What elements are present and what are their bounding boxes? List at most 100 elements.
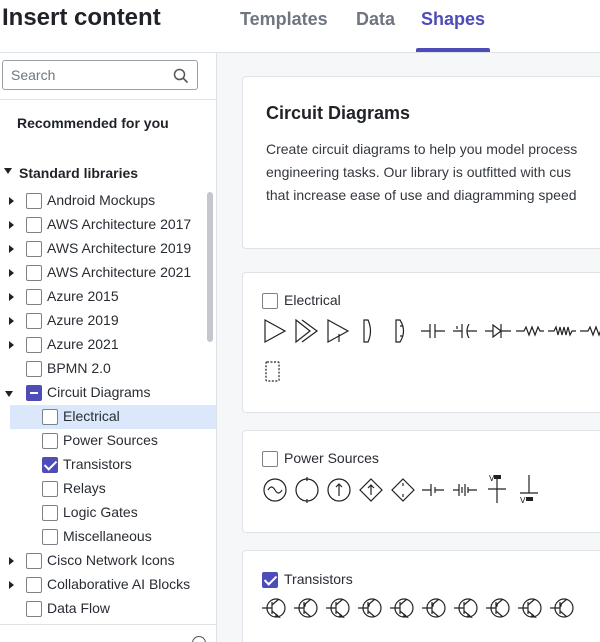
sidebar-sub-library-item[interactable]: Electrical bbox=[10, 405, 216, 429]
standard-libraries-header[interactable]: Standard libraries bbox=[0, 163, 210, 183]
library-checkbox[interactable] bbox=[42, 409, 58, 425]
transistor-pnp-dual-shape-icon[interactable] bbox=[358, 595, 384, 621]
library-checkbox[interactable] bbox=[26, 337, 42, 353]
sidebar-library-item[interactable]: Azure 2021 bbox=[0, 333, 210, 357]
sidebar-sub-library-item[interactable]: Miscellaneous bbox=[0, 525, 210, 549]
sidebar-library-item[interactable]: AWS Architecture 2019 bbox=[0, 237, 210, 261]
coil-shape-icon[interactable] bbox=[361, 318, 375, 344]
intro-text-line: that increase ease of use and diagrammin… bbox=[266, 187, 577, 203]
sidebar-sub-library-item[interactable]: Relays bbox=[0, 477, 210, 501]
sidebar-library-item[interactable]: Azure 2015 bbox=[0, 285, 210, 309]
electrical-section-checkbox[interactable] bbox=[262, 293, 278, 309]
power-sources-section-checkbox[interactable] bbox=[262, 451, 278, 467]
caret-right-icon[interactable] bbox=[9, 317, 14, 325]
dependent-source-shape-icon[interactable] bbox=[390, 477, 416, 503]
transistor-jfet-p-shape-icon[interactable] bbox=[486, 595, 512, 621]
library-checkbox[interactable] bbox=[42, 505, 58, 521]
current-source-shape-icon[interactable] bbox=[294, 477, 320, 503]
panel-title: Insert content bbox=[2, 4, 161, 31]
library-checkbox[interactable] bbox=[26, 577, 42, 593]
library-checkbox[interactable] bbox=[26, 193, 42, 209]
transistor-pnp-phototransistor-shape-icon[interactable] bbox=[422, 595, 448, 621]
transistor-npn-shape-icon[interactable] bbox=[262, 595, 288, 621]
double-buffer-shape-icon[interactable] bbox=[293, 318, 319, 344]
tab-templates[interactable]: Templates bbox=[240, 9, 328, 30]
sidebar-library-item[interactable]: Android Mockups bbox=[0, 189, 210, 213]
polar-capacitor-shape-icon[interactable] bbox=[453, 324, 477, 338]
diode-shape-icon[interactable] bbox=[485, 324, 511, 338]
transistor-mosfet-p-shape-icon[interactable] bbox=[550, 595, 576, 621]
search-input[interactable] bbox=[3, 61, 171, 89]
library-checkbox[interactable] bbox=[42, 529, 58, 545]
library-intro-card: Circuit Diagrams Create circuit diagrams… bbox=[242, 76, 600, 249]
library-checkbox[interactable] bbox=[26, 601, 42, 617]
transistor-jfet-n-shape-icon[interactable] bbox=[454, 595, 480, 621]
inductor-shape-icon[interactable] bbox=[393, 318, 409, 344]
sidebar-sub-library-item[interactable]: Logic Gates bbox=[0, 501, 210, 525]
caret-right-icon[interactable] bbox=[9, 269, 14, 277]
caret-right-icon[interactable] bbox=[9, 197, 14, 205]
multi-cell-battery-shape-icon[interactable] bbox=[453, 483, 477, 497]
library-checkbox[interactable] bbox=[42, 457, 58, 473]
ac-source-shape-icon[interactable] bbox=[262, 477, 288, 503]
sidebar-scrollbar[interactable] bbox=[207, 192, 213, 342]
sidebar-library-item[interactable]: Circuit Diagrams bbox=[0, 381, 210, 405]
shapes-panel: Circuit Diagrams Create circuit diagrams… bbox=[217, 53, 600, 642]
transistor-npn-dual-shape-icon[interactable] bbox=[326, 595, 352, 621]
amplifier-shape-icon[interactable] bbox=[325, 318, 351, 344]
controlled-source-shape-icon[interactable] bbox=[358, 477, 384, 503]
sidebar-library-item[interactable]: Data Flow bbox=[0, 597, 210, 621]
library-checkbox[interactable] bbox=[26, 313, 42, 329]
caret-right-icon[interactable] bbox=[9, 245, 14, 253]
caret-down-icon[interactable] bbox=[4, 168, 12, 174]
library-checkbox[interactable] bbox=[26, 265, 42, 281]
transistor-mosfet-n-shape-icon[interactable] bbox=[518, 595, 544, 621]
caret-right-icon[interactable] bbox=[9, 341, 14, 349]
search-icon[interactable] bbox=[173, 68, 189, 84]
transistor-npn-phototransistor-shape-icon[interactable] bbox=[390, 595, 416, 621]
vdd-supply-shape-icon[interactable]: V bbox=[516, 473, 542, 505]
dc-source-shape-icon[interactable] bbox=[326, 477, 352, 503]
library-checkbox[interactable] bbox=[26, 289, 42, 305]
resistor-shape-icon[interactable] bbox=[516, 325, 544, 337]
sidebar-library-item[interactable]: AWS Architecture 2021 bbox=[0, 261, 210, 285]
tab-data[interactable]: Data bbox=[356, 9, 395, 30]
library-label: Data Flow bbox=[47, 600, 111, 616]
library-label: Relays bbox=[63, 480, 106, 496]
library-checkbox[interactable] bbox=[26, 553, 42, 569]
sidebar-library-item[interactable]: Collaborative AI Blocks bbox=[0, 573, 210, 597]
capacitor-shape-icon[interactable] bbox=[421, 324, 445, 338]
caret-right-icon[interactable] bbox=[9, 221, 14, 229]
vcc-supply-shape-icon[interactable]: V bbox=[484, 473, 510, 505]
resistor-alt-shape-icon[interactable] bbox=[580, 325, 600, 337]
component-shape-icon[interactable] bbox=[264, 360, 282, 384]
sidebar-sub-library-item[interactable]: Power Sources bbox=[0, 429, 210, 453]
sidebar-library-item[interactable]: AWS Architecture 2017 bbox=[0, 213, 210, 237]
power-sources-section-label: Power Sources bbox=[284, 450, 379, 466]
sidebar-library-item[interactable]: Azure 2019 bbox=[0, 309, 210, 333]
transistors-section-card: Transistors bbox=[242, 550, 600, 642]
caret-right-icon[interactable] bbox=[9, 557, 14, 565]
tab-shapes[interactable]: Shapes bbox=[421, 9, 485, 30]
variable-resistor-shape-icon[interactable] bbox=[548, 325, 576, 337]
library-checkbox[interactable] bbox=[42, 481, 58, 497]
battery-shape-icon[interactable] bbox=[422, 483, 444, 497]
library-label: AWS Architecture 2021 bbox=[47, 264, 192, 280]
buffer-shape-icon[interactable] bbox=[262, 318, 288, 344]
caret-down-icon[interactable] bbox=[5, 391, 13, 397]
library-checkbox[interactable] bbox=[26, 361, 42, 377]
sidebar-library-item[interactable]: BPMN 2.0 bbox=[0, 357, 210, 381]
sidebar-sub-library-item[interactable]: Transistors bbox=[0, 453, 210, 477]
sidebar-library-item[interactable]: Cisco Network Icons bbox=[0, 549, 210, 573]
library-checkbox[interactable] bbox=[26, 217, 42, 233]
library-checkbox[interactable] bbox=[42, 433, 58, 449]
caret-right-icon[interactable] bbox=[9, 581, 14, 589]
transistors-section-checkbox[interactable] bbox=[262, 572, 278, 588]
library-checkbox[interactable] bbox=[26, 385, 42, 401]
caret-right-icon[interactable] bbox=[9, 293, 14, 301]
help-icon[interactable] bbox=[192, 636, 206, 642]
library-checkbox[interactable] bbox=[26, 241, 42, 257]
recommended-section[interactable]: Recommended for you bbox=[17, 115, 169, 131]
library-label: Power Sources bbox=[63, 432, 158, 448]
transistor-pnp-shape-icon[interactable] bbox=[294, 595, 320, 621]
